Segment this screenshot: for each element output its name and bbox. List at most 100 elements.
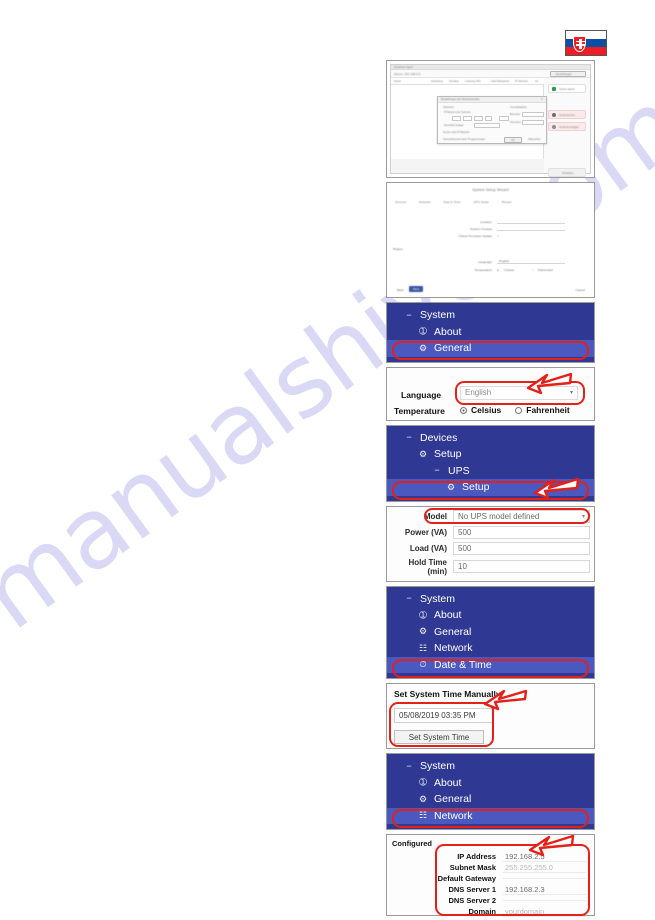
add-device-button[interactable]: Gerät hinzufügen — [548, 122, 586, 131]
tab-date-time[interactable]: Date & Time — [443, 200, 460, 204]
screenshot-german-agent: Shutdown Agent Server: 192.168.2.5 Einst… — [386, 60, 595, 178]
tab-network[interactable]: Network — [419, 200, 430, 204]
nav-item-network-dt[interactable]: ☷ Network — [387, 640, 594, 657]
nav-label-ups-setup: Setup — [462, 481, 490, 493]
col-name: Name — [394, 80, 401, 83]
minus-icon: − — [406, 593, 412, 604]
nav-item-system-dt[interactable]: − System — [387, 591, 594, 608]
nav-item-date-time[interactable]: ⏱ Date & Time — [387, 656, 594, 673]
tab-ups-setup[interactable]: UPS Setup — [473, 200, 488, 204]
wizard-cancel-button[interactable]: Cancel — [572, 287, 589, 293]
default-gateway-value[interactable] — [503, 878, 586, 879]
delete-device-button[interactable]: Gerät löschen — [548, 110, 586, 119]
domain-value[interactable]: yourdomain — [503, 907, 586, 917]
flag-cross-icon — [576, 38, 585, 49]
nav-item-devices[interactable]: − Devices — [387, 430, 594, 447]
check-firmware-update-checkbox[interactable]: ✓ — [497, 234, 500, 238]
wizard-fahrenheit-radio[interactable]: ○ — [532, 268, 534, 272]
cancel-label: Abbrechen — [528, 138, 541, 141]
ok-button[interactable]: OK — [504, 137, 522, 143]
ups-holdtime-input[interactable]: 10 — [453, 560, 590, 573]
status-line: Server: 192.168.2.5 — [394, 72, 421, 77]
ups-load-label: Load (VA) — [409, 543, 447, 553]
nav-item-general[interactable]: ⚙ General — [387, 340, 594, 357]
datetime-value: 05/08/2019 03:35 PM — [399, 711, 476, 720]
cancel-button[interactable]: Abbrechen — [526, 137, 544, 143]
nav-panel-network: − System ➀ About ⚙ General ☷ Network — [386, 753, 595, 830]
wizard-next-button[interactable]: Next — [409, 286, 424, 292]
dialog-close-icon[interactable]: ✕ — [541, 98, 543, 101]
group-credentials-label: Anmeldedaten — [510, 106, 527, 109]
settings-button[interactable]: Einstellungen — [550, 71, 586, 77]
ups-model-label: Model — [423, 511, 447, 521]
radio-dot-celsius — [460, 406, 467, 414]
nav-label-system-net: System — [420, 760, 456, 772]
system-contact-input[interactable] — [497, 226, 565, 231]
net-row-gateway: Default Gateway — [417, 873, 586, 884]
tab-restart[interactable]: Restart — [502, 200, 512, 204]
nav-item-system[interactable]: − System — [387, 307, 594, 324]
octet-4-input[interactable] — [485, 116, 492, 121]
tab-general[interactable]: General — [395, 200, 406, 204]
nav-item-general-dt[interactable]: ⚙ General — [387, 624, 594, 641]
dns-server-2-value[interactable] — [503, 900, 586, 901]
network-search-settings-dialog: Einstellungen der Netzwerksuche ✕ Netzwe… — [437, 96, 547, 144]
set-system-time-label: Set System Time — [408, 732, 470, 742]
net-row-dns1: DNS Server 1 192.168.2.3 — [417, 884, 586, 895]
annotation-arrow-datetime — [483, 689, 528, 711]
auto-scan-checkbox-label[interactable]: Suche nach IP-Bereich — [443, 131, 470, 134]
annotation-arrow-ups — [533, 477, 580, 499]
minus-icon: − — [434, 465, 440, 476]
group-network-label: Netzwerk — [443, 106, 454, 109]
ups-load-input[interactable]: 500 — [453, 541, 590, 555]
radio-dot-fahrenheit — [515, 406, 523, 414]
octet-2-input[interactable] — [463, 116, 472, 121]
nav-item-about[interactable]: ➀ About — [387, 324, 594, 341]
nav-item-about-dt[interactable]: ➀ About — [387, 607, 594, 624]
subnet-mask-value[interactable]: 255.255.255.0 — [503, 863, 586, 873]
dns-server-1-value[interactable]: 192.168.2.3 — [503, 885, 586, 895]
fahrenheit-label: Fahrenheit — [526, 404, 570, 415]
celsius-radio[interactable]: Celsius — [460, 405, 501, 415]
nav-label-about-dt: About — [434, 609, 462, 621]
fahrenheit-radio[interactable]: Fahrenheit — [515, 404, 570, 415]
close-button-label: Schließen — [562, 171, 574, 175]
wizard-language-select[interactable]: English — [497, 259, 565, 264]
octet-end-input[interactable] — [499, 116, 509, 121]
nav-label-system-dt: System — [420, 592, 456, 605]
delete-device-label: Gerät löschen — [559, 113, 576, 117]
flag-band-blue — [566, 38, 606, 47]
add-icon — [552, 125, 556, 130]
ups-row-model: Model No UPS model defined — [391, 509, 590, 523]
clock-icon: ⏱ — [419, 659, 427, 670]
autostart-checkbox-label[interactable]: Netzwerksuche beim Programmstart — [443, 138, 485, 141]
device-table-header: Name Hostname Domäne Leistung (VA) Halt … — [391, 78, 544, 85]
nav-item-system-net[interactable]: − System — [387, 758, 594, 775]
info-icon: ➀ — [419, 777, 427, 788]
ups-model-select[interactable]: No UPS model defined — [453, 509, 590, 523]
close-button[interactable]: Schließen — [548, 168, 586, 177]
adapter-select[interactable] — [474, 123, 500, 128]
nav-item-general-net[interactable]: ⚙ General — [387, 791, 594, 808]
nav-item-network[interactable]: ☷ Network — [387, 807, 594, 824]
nav-label-network: Network — [434, 809, 473, 822]
user-input[interactable] — [522, 112, 544, 117]
gear-icon: ⚙ — [418, 793, 428, 804]
scan-start-button[interactable]: Suche starten — [548, 84, 586, 93]
set-system-time-button[interactable]: Set System Time — [394, 730, 484, 744]
ups-power-input[interactable]: 500 — [453, 525, 590, 539]
wizard-celsius-radio[interactable]: ● — [497, 268, 499, 272]
net-row-dns2: DNS Server 2 — [417, 895, 586, 906]
region-section-label: Region — [393, 247, 403, 251]
configured-header: Configured — [392, 839, 432, 848]
location-input[interactable] — [497, 219, 565, 224]
octet-1-input[interactable] — [452, 116, 461, 121]
octet-3-input[interactable] — [474, 116, 483, 121]
wizard-back-button[interactable]: Back — [393, 287, 408, 293]
wizard-language-label: Language — [478, 260, 492, 264]
nav-item-about-net[interactable]: ➀ About — [387, 775, 594, 792]
password-input[interactable] — [522, 120, 544, 125]
col-domain: Domäne — [449, 80, 459, 83]
nav-item-devices-setup[interactable]: ⚙ Setup — [387, 446, 594, 463]
ups-holdtime-value: 10 — [458, 562, 467, 571]
